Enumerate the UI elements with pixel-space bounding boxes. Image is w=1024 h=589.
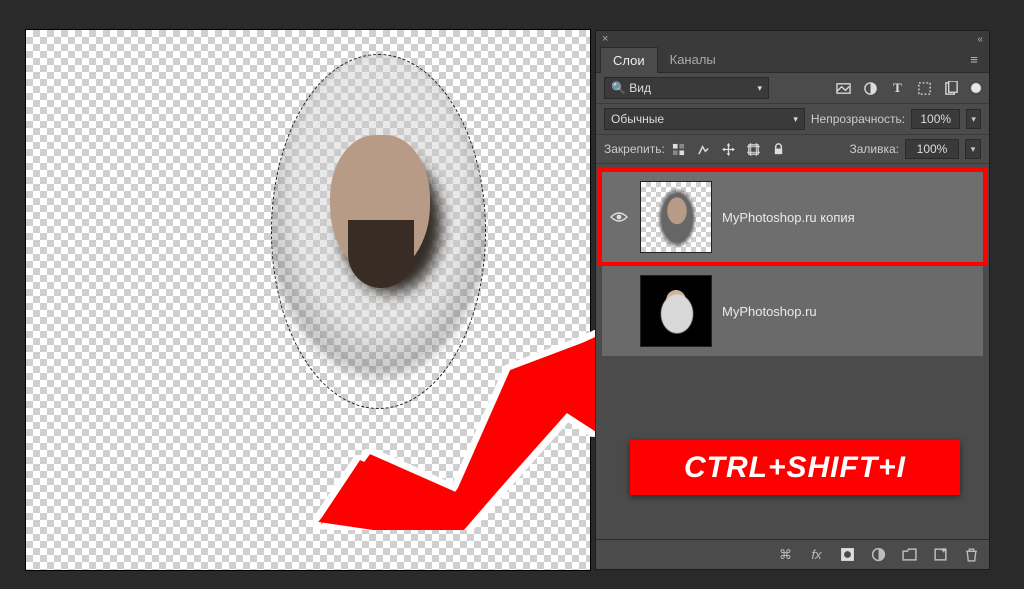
layer-thumbnail[interactable] [640, 181, 712, 253]
shortcut-annotation: CTRL+SHIFT+I [630, 440, 960, 495]
fill-value[interactable]: 100% [905, 139, 959, 159]
new-adjustment-icon[interactable] [871, 547, 886, 562]
tab-channels[interactable]: Каналы [658, 47, 728, 72]
new-group-icon[interactable] [902, 547, 917, 562]
add-mask-icon[interactable] [840, 547, 855, 562]
panel-menu-icon[interactable]: ≡ [965, 52, 983, 67]
layer-filter-select[interactable]: 🔍 Вид ▾ [604, 77, 769, 99]
opacity-value[interactable]: 100% [911, 109, 960, 129]
filter-smartobject-icon[interactable] [944, 81, 959, 96]
layer-name[interactable]: MyPhotoshop.ru [722, 304, 817, 319]
delete-layer-icon[interactable] [964, 547, 979, 562]
link-layers-icon[interactable]: ⌘ [778, 547, 793, 562]
blend-mode-value: Обычные [611, 112, 664, 126]
fx-icon[interactable]: fx [809, 547, 824, 562]
visibility-toggle-icon[interactable] [610, 211, 630, 223]
new-layer-icon[interactable] [933, 547, 948, 562]
layer-filter-mode: Вид [629, 81, 651, 95]
panel-footer: ⌘ fx [596, 539, 989, 569]
lock-artboard-icon[interactable] [746, 142, 761, 157]
panel-close-icon[interactable]: × [602, 33, 608, 45]
layer-item[interactable]: MyPhotoshop.ru [602, 266, 983, 356]
lock-label: Закрепить: [604, 142, 665, 156]
opacity-label: Непрозрачность: [811, 112, 905, 126]
filter-type-icon[interactable]: T [890, 81, 905, 96]
filter-shape-icon[interactable] [917, 81, 932, 96]
lock-all-icon[interactable] [771, 142, 786, 157]
document-canvas[interactable] [26, 30, 590, 570]
fill-label: Заливка: [849, 142, 899, 156]
filter-adjustment-icon[interactable] [863, 81, 878, 96]
layer-name[interactable]: MyPhotoshop.ru копия [722, 210, 855, 225]
layer-thumbnail[interactable] [640, 275, 712, 347]
blend-mode-select[interactable]: Обычные ▾ [604, 108, 805, 130]
filter-toggle-switch[interactable] [971, 83, 981, 93]
elliptical-selection [271, 54, 486, 409]
opacity-dropdown[interactable]: ▾ [966, 109, 981, 129]
panel-collapse-icon[interactable]: « [977, 34, 983, 45]
filter-image-icon[interactable] [836, 81, 851, 96]
layer-item[interactable]: MyPhotoshop.ru копия [602, 172, 983, 262]
lock-position-icon[interactable] [721, 142, 736, 157]
lock-image-icon[interactable] [696, 142, 711, 157]
lock-transparent-icon[interactable] [671, 142, 686, 157]
tab-layers[interactable]: Слои [600, 47, 658, 73]
fill-dropdown[interactable]: ▾ [965, 139, 981, 159]
